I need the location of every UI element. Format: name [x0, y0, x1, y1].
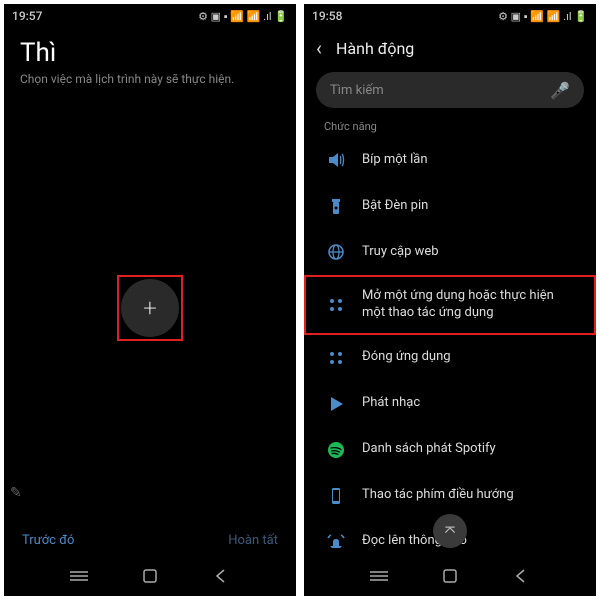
status-indicators: ⚙ ▣ ▪ 📶 📶 .ıl 🔋	[198, 10, 288, 23]
action-label: Bật Đèn pin	[362, 198, 428, 215]
status-bar: 19:57 ⚙ ▣ ▪ 📶 📶 .ıl 🔋	[4, 4, 296, 28]
phone-icon	[326, 486, 346, 506]
back-button[interactable]	[512, 567, 530, 585]
action-list: Bíp một lần Bật Đèn pin Truy cập web Mở một…	[304, 137, 596, 556]
play-icon	[326, 394, 346, 414]
action-item[interactable]: Truy cập web	[304, 229, 596, 275]
back-button[interactable]	[212, 567, 230, 585]
nav-bar	[304, 556, 596, 596]
page-title: Thì	[20, 38, 280, 68]
action-label: Phát nhạc	[362, 395, 420, 412]
page-header: Thì Chọn việc mà lịch trình này sẽ thực …	[4, 28, 296, 94]
section-label: Chức năng	[304, 116, 596, 137]
home-button[interactable]	[441, 567, 459, 585]
notification-icon	[326, 532, 346, 552]
done-button[interactable]: Hoàn tất	[228, 533, 278, 548]
action-item[interactable]: Đóng ứng dụng	[304, 335, 596, 381]
globe-icon	[326, 242, 346, 262]
action-item[interactable]: Phát nhạc	[304, 381, 596, 427]
action-label: Thao tác phím điều hướng	[362, 487, 514, 504]
apps-icon	[326, 295, 346, 315]
plus-icon: +	[143, 294, 157, 322]
search-placeholder: Tìm kiếm	[330, 83, 384, 98]
search-input[interactable]: Tìm kiếm 🎤	[316, 72, 584, 108]
nav-bar	[4, 556, 296, 596]
action-label: Danh sách phát Spotify	[362, 441, 496, 458]
action-label: Bíp một lần	[362, 152, 428, 169]
status-time: 19:58	[312, 9, 342, 23]
status-indicators: ⚙ ▣ ▪ 📶 📶 .ıl 🔋	[498, 10, 588, 23]
action-label: Truy cập web	[362, 244, 439, 261]
phone-right: 19:58 ⚙ ▣ ▪ 📶 📶 .ıl 🔋 ‹ Hành động Tìm ki…	[304, 4, 596, 596]
content-area: +	[4, 94, 296, 521]
scroll-top-button[interactable]	[433, 514, 467, 548]
action-label: Mở một ứng dụng hoặc thực hiện một thao …	[362, 288, 574, 322]
action-label: Đóng ứng dụng	[362, 349, 451, 366]
action-item[interactable]: Danh sách phát Spotify	[304, 427, 596, 473]
fab-highlight: +	[117, 275, 183, 341]
flashlight-icon	[326, 196, 346, 216]
recents-button[interactable]	[370, 567, 388, 585]
action-item[interactable]: Mở một ứng dụng hoặc thực hiện một thao …	[304, 275, 596, 335]
volume-icon	[326, 150, 346, 170]
mic-icon[interactable]: 🎤	[550, 81, 570, 100]
spotify-icon	[326, 440, 346, 460]
add-button[interactable]: +	[121, 279, 179, 337]
phone-left: 19:57 ⚙ ▣ ▪ 📶 📶 .ıl 🔋 Thì Chọn việc mà l…	[4, 4, 296, 596]
action-item[interactable]: Bật Đèn pin	[304, 183, 596, 229]
bottom-bar: Trước đó Hoàn tất	[4, 521, 296, 556]
status-time: 19:57	[12, 9, 42, 23]
back-icon[interactable]: ‹	[316, 36, 322, 60]
page-title: Hành động	[336, 39, 414, 58]
status-bar: 19:58 ⚙ ▣ ▪ 📶 📶 .ıl 🔋	[304, 4, 596, 28]
action-item[interactable]: Bíp một lần	[304, 137, 596, 183]
page-subtitle: Chọn việc mà lịch trình này sẽ thực hiện…	[20, 72, 280, 86]
recents-button[interactable]	[70, 567, 88, 585]
page-header: ‹ Hành động	[304, 28, 596, 68]
prev-button[interactable]: Trước đó	[22, 533, 74, 548]
apps-icon	[326, 348, 346, 368]
edit-icon[interactable]: ✎	[10, 485, 22, 501]
action-item[interactable]: Thao tác phím điều hướng	[304, 473, 596, 519]
home-button[interactable]	[141, 567, 159, 585]
